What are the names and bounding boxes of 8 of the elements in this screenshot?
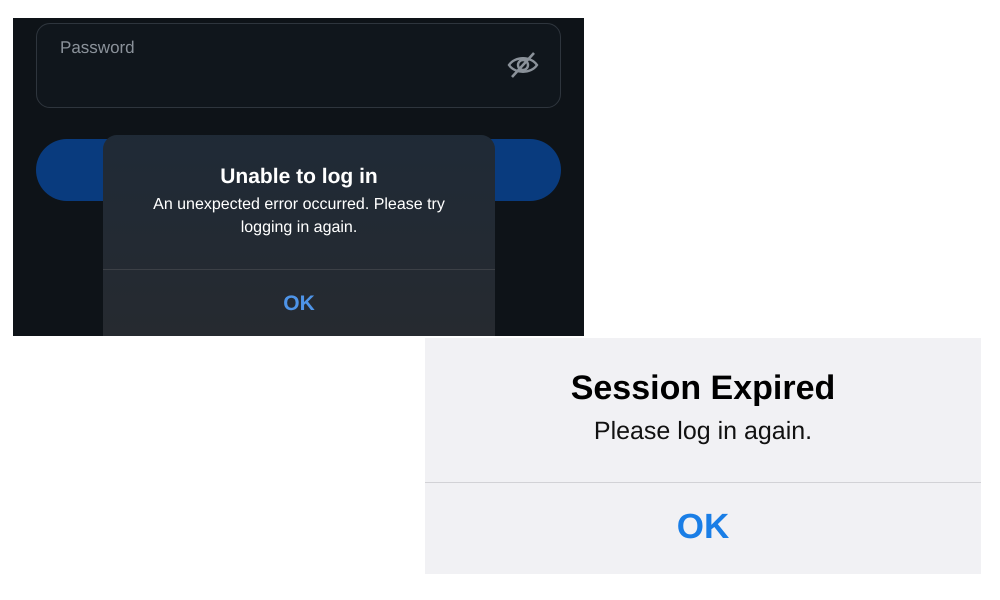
ok-button[interactable]: OK	[656, 506, 750, 548]
ok-button[interactable]: OK	[263, 280, 335, 328]
alert-message: An unexpected error occurred. Please try logging in again.	[152, 195, 446, 238]
password-field[interactable]: Password	[36, 23, 561, 108]
alert-title: Session Expired	[570, 368, 836, 408]
eye-slash-icon[interactable]	[507, 51, 539, 79]
alert-title: Unable to log in	[220, 164, 378, 190]
alert-message: Please log in again.	[592, 416, 814, 446]
